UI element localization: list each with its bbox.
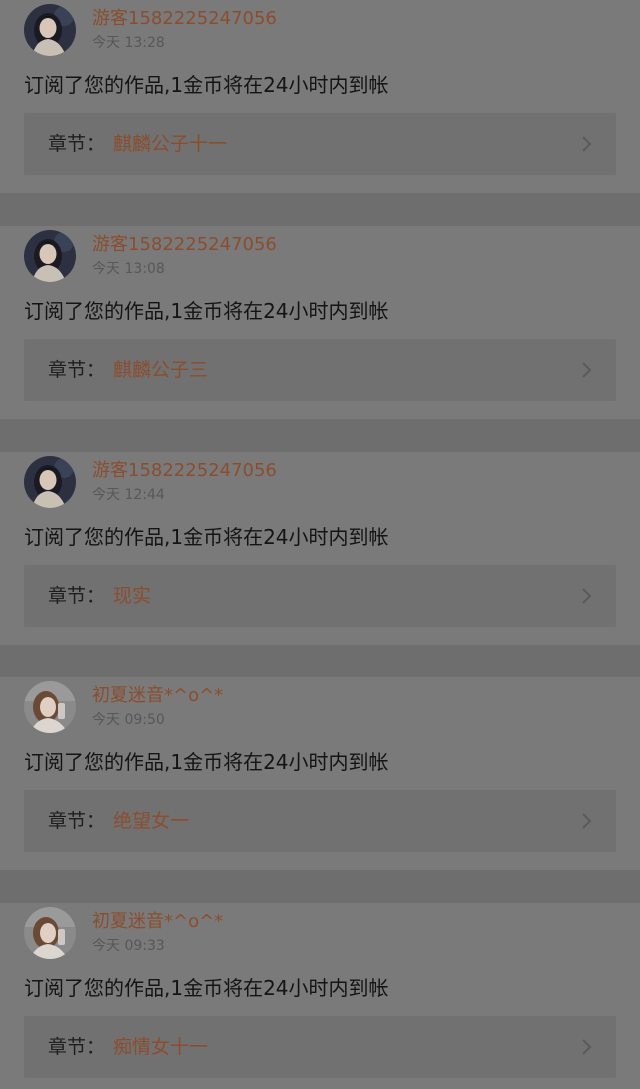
subscription-message: 订阅了您的作品,1金币将在24小时内到帐	[24, 976, 389, 1000]
subscription-message: 订阅了您的作品,1金币将在24小时内到帐	[24, 299, 389, 323]
avatar-light-girl-icon	[24, 681, 76, 733]
avatar-light-girl-icon	[24, 907, 76, 959]
user-avatar[interactable]	[24, 681, 76, 733]
username[interactable]: 游客1582225247056	[92, 234, 277, 256]
chapter-label: 章节：	[48, 585, 106, 607]
chevron-right-icon	[582, 1039, 592, 1055]
username[interactable]: 游客1582225247056	[92, 8, 277, 30]
chapter-link[interactable]: 章节： 绝望女一	[24, 790, 616, 852]
chapter-label: 章节：	[48, 1036, 106, 1058]
timestamp: 今天 12:44	[92, 487, 165, 503]
chapter-name: 麒麟公子十一	[113, 133, 228, 155]
timestamp: 今天 09:33	[92, 938, 165, 954]
username[interactable]: 初夏迷音*^o^*	[92, 685, 223, 707]
feed-item: 游客1582225247056 今天 13:28 订阅了您的作品,1金币将在24…	[0, 0, 640, 193]
avatar-dark-hair-girl-icon	[24, 456, 76, 508]
chapter-link[interactable]: 章节： 麒麟公子三	[24, 339, 616, 401]
timestamp: 今天 13:08	[92, 261, 165, 277]
user-avatar[interactable]	[24, 456, 76, 508]
timestamp: 今天 09:50	[92, 712, 165, 728]
username[interactable]: 游客1582225247056	[92, 460, 277, 482]
chapter-label: 章节：	[48, 133, 106, 155]
user-avatar[interactable]	[24, 230, 76, 282]
chapter-name: 痴情女十一	[113, 1036, 209, 1058]
avatar-dark-hair-girl-icon	[24, 230, 76, 282]
subscription-message: 订阅了您的作品,1金币将在24小时内到帐	[24, 73, 389, 97]
chapter-link[interactable]: 章节： 现实	[24, 565, 616, 627]
feed-item: 游客1582225247056 今天 12:44 订阅了您的作品,1金币将在24…	[0, 452, 640, 645]
chapter-label: 章节：	[48, 810, 106, 832]
chapter-label: 章节：	[48, 359, 106, 381]
chevron-right-icon	[582, 813, 592, 829]
user-avatar[interactable]	[24, 907, 76, 959]
chevron-right-icon	[582, 362, 592, 378]
chapter-name: 麒麟公子三	[113, 359, 209, 381]
feed-item: 游客1582225247056 今天 13:08 订阅了您的作品,1金币将在24…	[0, 226, 640, 419]
chevron-right-icon	[582, 136, 592, 152]
feed-item: 初夏迷音*^o^* 今天 09:33 订阅了您的作品,1金币将在24小时内到帐 …	[0, 903, 640, 1089]
chapter-name: 现实	[113, 585, 152, 607]
user-avatar[interactable]	[24, 4, 76, 56]
chapter-name: 绝望女一	[113, 810, 190, 832]
subscription-message: 订阅了您的作品,1金币将在24小时内到帐	[24, 525, 389, 549]
subscription-message: 订阅了您的作品,1金币将在24小时内到帐	[24, 750, 389, 774]
feed-item: 初夏迷音*^o^* 今天 09:50 订阅了您的作品,1金币将在24小时内到帐 …	[0, 677, 640, 870]
username[interactable]: 初夏迷音*^o^*	[92, 911, 223, 933]
chevron-right-icon	[582, 588, 592, 604]
avatar-dark-hair-girl-icon	[24, 4, 76, 56]
chapter-link[interactable]: 章节： 痴情女十一	[24, 1016, 616, 1078]
timestamp: 今天 13:28	[92, 35, 165, 51]
chapter-link[interactable]: 章节： 麒麟公子十一	[24, 113, 616, 175]
